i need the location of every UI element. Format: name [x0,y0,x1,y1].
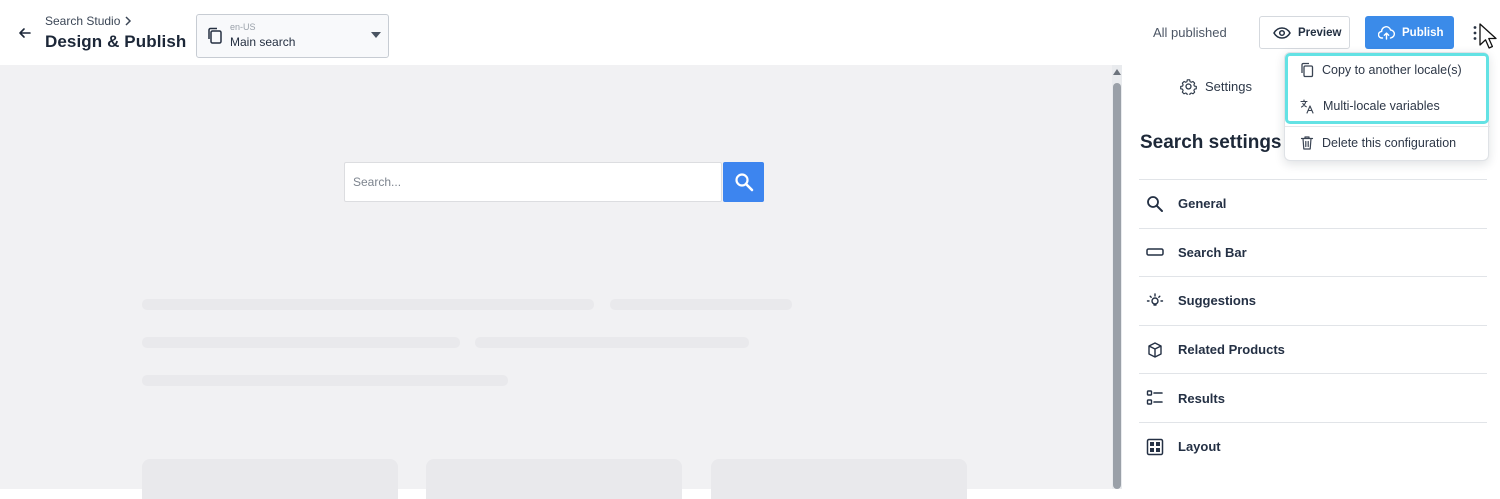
top-bar: Search Studio Design & Publish en-US Mai… [0,0,1500,65]
copy-icon [1300,62,1314,78]
caret-down-icon [371,32,381,38]
box-icon [1146,341,1164,359]
lightbulb-icon [1146,292,1164,310]
preview-search-button[interactable] [723,162,764,202]
menu-item-label: Copy to another locale(s) [1322,63,1462,77]
menu-item-copy-locale[interactable]: Copy to another locale(s) [1285,53,1490,87]
settings-item-layout[interactable]: Layout [1139,421,1487,471]
gear-icon [1180,78,1197,95]
list-icon [1146,389,1164,407]
preview-canvas: Search... [0,65,1112,499]
settings-item-label: Layout [1178,439,1221,455]
publish-label: Publish [1402,26,1444,39]
tab-settings-label: Settings [1205,79,1252,94]
skeleton-line [610,299,792,310]
publish-status: All published [1153,25,1227,40]
settings-item-label: General [1178,196,1227,212]
tab-settings[interactable]: Settings [1180,78,1252,95]
settings-item-suggestions[interactable]: Suggestions [1139,276,1487,325]
menu-item-label: Delete this configuration [1322,136,1457,150]
trash-icon [1300,135,1314,151]
preview-button[interactable]: Preview [1259,16,1350,49]
settings-item-label: Search Bar [1178,244,1247,260]
publish-button[interactable]: Publish [1365,16,1454,49]
copy-icon [207,27,223,45]
page-title: Design & Publish [45,32,187,51]
breadcrumb[interactable]: Search Studio [45,14,132,28]
skeleton-line [142,299,594,310]
select-locale: en-US [230,22,256,32]
settings-item-results[interactable]: Results [1139,373,1487,422]
mouse-cursor-icon [1478,22,1498,50]
section-title: Search settings [1140,132,1282,153]
skeleton-line [475,337,749,348]
eye-icon [1273,26,1291,39]
preview-label: Preview [1298,26,1342,39]
translate-icon [1300,98,1315,114]
select-value: Main search [230,35,296,49]
settings-item-label: Related Products [1178,342,1285,358]
rectangle-icon [1146,243,1164,261]
settings-item-label: Suggestions [1178,293,1257,309]
search-placeholder: Search... [353,175,402,189]
back-arrow-icon[interactable] [16,24,34,42]
scroll-up-arrow-icon[interactable] [1113,69,1121,75]
configuration-select[interactable]: en-US Main search [196,14,389,58]
breadcrumb-label: Search Studio [45,14,121,28]
settings-item-related-products[interactable]: Related Products [1139,324,1487,374]
skeleton-line [142,337,460,348]
skeleton-card [711,459,967,499]
menu-item-delete-configuration[interactable]: Delete this configuration [1285,126,1490,160]
settings-list: General Search Bar Suggestions Related P… [1139,179,1487,471]
menu-item-label: Multi-locale variables [1323,99,1440,113]
settings-item-label: Results [1178,390,1225,406]
scrollbar-thumb[interactable] [1113,83,1121,489]
skeleton-card [426,459,682,499]
search-icon [1146,195,1164,213]
more-options-menu: Copy to another locale(s) Multi-locale v… [1284,52,1490,161]
grid-icon [1146,438,1164,456]
skeleton-line [142,375,508,386]
preview-search-input[interactable]: Search... [344,162,722,202]
skeleton-card [142,459,398,499]
menu-item-multi-locale-variables[interactable]: Multi-locale variables [1285,89,1490,123]
settings-item-general[interactable]: General [1139,179,1487,228]
search-icon [734,172,754,192]
cloud-upload-icon [1378,25,1395,40]
chevron-right-icon [124,16,132,26]
settings-item-search-bar[interactable]: Search Bar [1139,227,1487,277]
